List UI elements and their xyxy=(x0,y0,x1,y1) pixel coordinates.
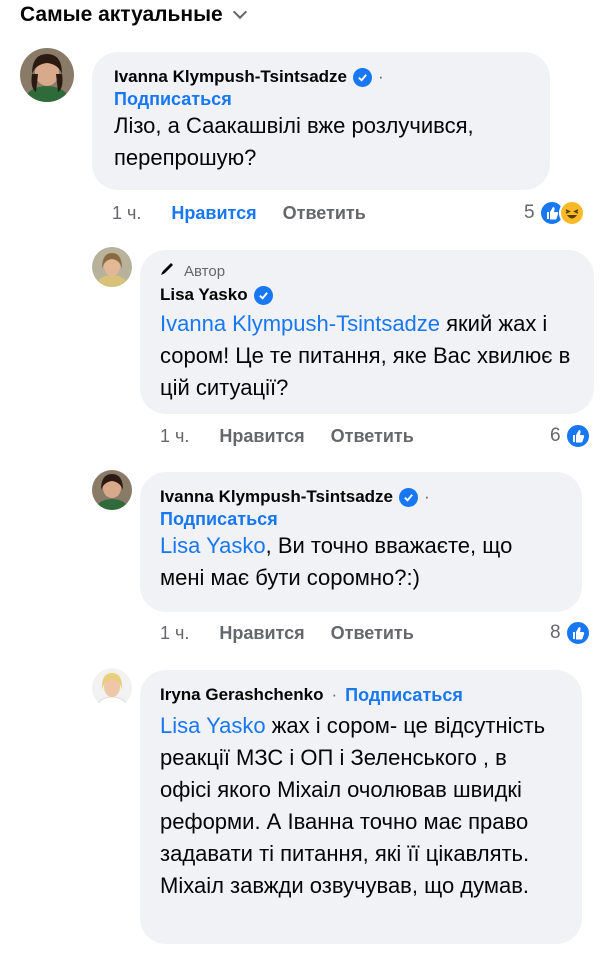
comment-author[interactable]: Lisa Yasko xyxy=(160,284,248,306)
comment-bubble: Iryna Gerashchenko · Подписаться Lisa Ya… xyxy=(140,670,582,944)
comment-time[interactable]: 1 ч. xyxy=(160,426,189,447)
comment-actions: 1 ч. Нравится Ответить xyxy=(112,201,366,225)
like-button[interactable]: Нравится xyxy=(219,623,304,644)
chevron-down-icon xyxy=(232,4,247,20)
verified-badge-icon xyxy=(353,67,373,87)
comment-author[interactable]: Ivanna Klympush-Tsintsadze xyxy=(160,486,393,508)
comment-time[interactable]: 1 ч. xyxy=(160,623,189,644)
comment-text: Ivanna Klympush-Tsintsadze який жах і со… xyxy=(160,311,571,400)
pencil-icon xyxy=(160,262,178,282)
reaction-count: 8 xyxy=(550,622,561,643)
reaction-summary[interactable]: 8 xyxy=(550,619,591,647)
avatar[interactable] xyxy=(92,247,132,287)
reaction-summary[interactable]: 6 xyxy=(550,422,591,450)
avatar[interactable] xyxy=(92,470,132,510)
mention-link[interactable]: Lisa Yasko xyxy=(160,533,266,558)
follow-link[interactable]: Подписаться xyxy=(345,684,463,706)
comment-actions: 1 ч. Нравится Ответить xyxy=(160,621,414,645)
reaction-count: 5 xyxy=(524,202,535,223)
mention-link[interactable]: Lisa Yasko xyxy=(160,713,266,738)
like-icon xyxy=(564,423,591,449)
comment-text: Lisa Yasko жах і сором- це відсутність р… xyxy=(160,713,546,898)
like-button[interactable]: Нравится xyxy=(219,426,304,447)
follow-link[interactable]: Подписаться xyxy=(114,88,528,110)
comment-bubble: Ivanna Klympush-Tsintsadze · Подписаться… xyxy=(140,472,582,612)
avatar[interactable] xyxy=(20,48,74,102)
reply-button[interactable]: Ответить xyxy=(331,426,414,447)
verified-badge-icon xyxy=(399,487,419,507)
avatar[interactable] xyxy=(92,668,132,708)
comment-actions: 1 ч. Нравится Ответить xyxy=(160,424,414,448)
comment-sort-dropdown[interactable]: Самые актуальные xyxy=(20,0,247,30)
mention-link[interactable]: Ivanna Klympush-Tsintsadze xyxy=(160,311,440,336)
comment-author[interactable]: Ivanna Klympush-Tsintsadze xyxy=(114,66,347,88)
sort-label: Самые актуальные xyxy=(20,3,223,26)
comment-text: Lisa Yasko, Ви точно вважаєте, що мені м… xyxy=(160,533,513,590)
reply-button[interactable]: Ответить xyxy=(283,203,366,224)
comment-time[interactable]: 1 ч. xyxy=(112,203,141,224)
author-tag: Автор xyxy=(160,262,574,282)
verified-badge-icon xyxy=(253,285,273,305)
haha-icon xyxy=(558,200,585,226)
reaction-summary[interactable]: 5 xyxy=(524,199,585,227)
comment-bubble: Ivanna Klympush-Tsintsadze · Подписаться… xyxy=(92,52,550,190)
reaction-count: 6 xyxy=(550,425,561,446)
reply-button[interactable]: Ответить xyxy=(331,623,414,644)
like-icon xyxy=(564,620,591,646)
like-button[interactable]: Нравится xyxy=(171,203,256,224)
follow-link[interactable]: Подписаться xyxy=(160,508,562,530)
comment-text: Лізо, а Саакашвілі вже розлучився, переп… xyxy=(114,113,474,170)
comment-bubble: Автор Lisa Yasko Ivanna Klympush-Tsintsa… xyxy=(140,250,594,414)
comment-author[interactable]: Iryna Gerashchenko xyxy=(160,684,323,706)
